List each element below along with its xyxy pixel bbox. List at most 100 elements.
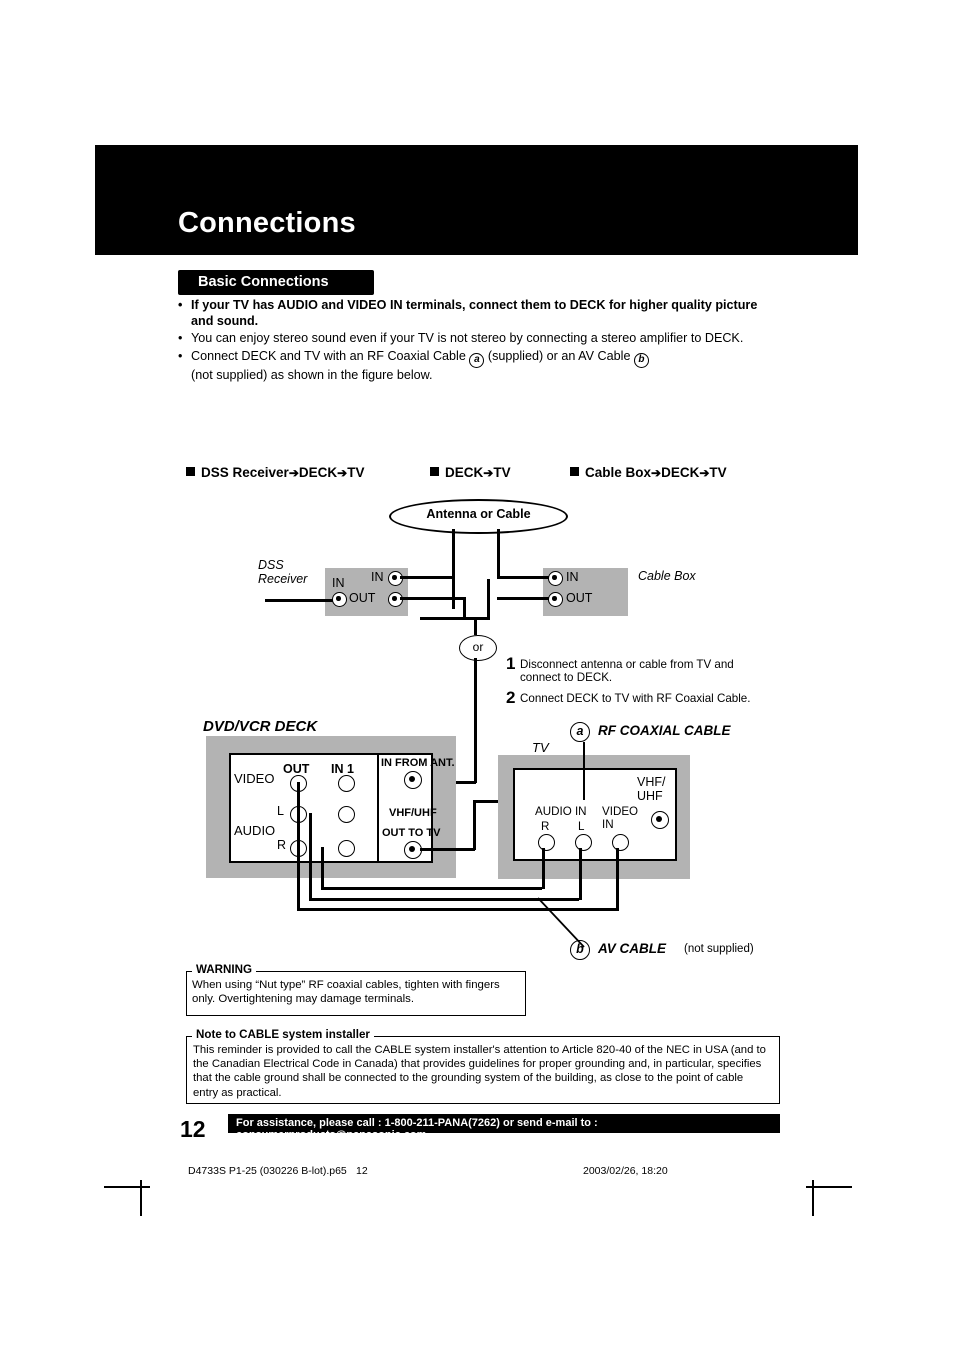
wire-av-r: [321, 847, 324, 889]
step-2-text: Connect DECK to TV with RF Coaxial Cable…: [520, 692, 751, 705]
arrow-icon: ➔: [651, 466, 662, 480]
tv-panel-border-right: [675, 768, 677, 861]
dss-in-label: IN: [371, 570, 384, 584]
deck-audio-r-in1-jack-icon: [338, 840, 355, 857]
deck-in-from-ant-label: IN FROM ANT.: [381, 757, 455, 769]
deck-in1-label: IN 1: [331, 762, 354, 776]
wire-antenna-to-cablebox: [497, 576, 549, 579]
dss-in-jack-icon: [388, 571, 403, 586]
dss-in-left-label: IN: [332, 576, 345, 590]
mark-b-badge: b: [633, 352, 649, 368]
diagram-header-end: TV: [709, 465, 727, 480]
av-cable-label: AV CABLE: [598, 941, 667, 956]
deck-l-label: L: [277, 804, 284, 818]
bullet-dot-icon: •: [178, 331, 183, 346]
section-label-text: Basic Connections: [198, 274, 329, 290]
wire-av-l-up: [579, 848, 582, 900]
wire-deck-bus: [420, 617, 490, 620]
antenna-or-cable-oval: Antenna or Cable: [389, 499, 568, 534]
dss-in-left-jack-icon: [332, 592, 347, 607]
diagram-header-deck: DECK➔TV: [430, 465, 511, 480]
diagram-header-cablebox: Cable Box➔DECK➔TV: [570, 465, 727, 480]
deck-panel-border-top: [229, 753, 432, 755]
crop-mark-icon: [806, 1186, 852, 1188]
wire-av-video: [297, 782, 300, 910]
step-2-number: 2: [506, 688, 516, 707]
bullet-dot-icon: •: [178, 298, 183, 312]
wire-dss-input: [265, 599, 333, 602]
section-label: Basic Connections: [178, 270, 374, 295]
list-item: • You can enjoy stereo sound even if your…: [178, 331, 778, 347]
wire-cablebox-out: [497, 597, 549, 600]
wire-deck-to-tv-rf-v: [473, 800, 476, 850]
warning-body: When using “Nut type” RF coaxial cables,…: [192, 979, 500, 1005]
callout-a-badge: a: [570, 722, 590, 742]
deck-audio-l-in1-jack-icon: [338, 806, 355, 823]
tv-panel-border-left: [513, 768, 515, 861]
bullet-list: • If your TV has AUDIO and VIDEO IN termi…: [178, 298, 778, 385]
deck-panel-divider: [377, 753, 379, 863]
bullet-dot-icon: •: [178, 348, 183, 363]
footer-filename: D4733S P1-25 (030226 B-lot).p65: [188, 1165, 347, 1177]
deck-vhf-uhf-label: VHF/UHF: [389, 807, 437, 819]
dss-receiver-label: DSS Receiver: [258, 558, 308, 586]
tv-video-in-jack-icon: [612, 834, 629, 851]
wire-antenna-right: [497, 529, 500, 579]
tv-panel-border-bottom: [513, 859, 676, 861]
assistance-text: For assistance, please call : 1-800-211-…: [236, 1117, 598, 1141]
page-title: Connections: [178, 207, 356, 239]
tv-vhf-uhf-label: VHF/UHF: [637, 775, 666, 803]
rf-coaxial-cable-label: RF COAXIAL CABLE: [598, 723, 731, 738]
cablebox-in-label: IN: [566, 570, 579, 584]
wire-deck-to-tv-rf-h: [420, 848, 475, 851]
or-oval: or: [459, 635, 497, 661]
diagram-header-mid: DECK: [661, 465, 700, 480]
diagram-header-mid: TV: [493, 465, 511, 480]
wire-dss-in-to-antenna: [400, 576, 454, 579]
antenna-or-cable-label: Antenna or Cable: [426, 507, 531, 521]
square-bullet-icon: [570, 467, 579, 476]
or-label: or: [472, 640, 484, 654]
wire-dss-out: [400, 597, 465, 600]
wire-av-r-up: [542, 848, 545, 889]
deck-r-label: R: [277, 838, 287, 852]
wire-av-r-bus: [321, 887, 542, 890]
tv-vhf-uhf-jack-icon: [651, 811, 669, 829]
cablebox-out-label: OUT: [566, 591, 593, 605]
bullet-text-part3: (not supplied) as shown in the figure be…: [191, 367, 433, 382]
warning-title: WARNING: [192, 963, 257, 976]
bullet-text-part2: (supplied) or an AV Cable: [487, 348, 631, 363]
callout-a-leader: [583, 742, 585, 800]
mark-a-badge: a: [469, 352, 485, 368]
arrow-icon: ➔: [288, 466, 299, 480]
tv-video-in-label: VIDEO IN: [602, 805, 639, 831]
deck-out-label: OUT: [283, 762, 310, 776]
deck-out-to-tv-label: OUT TO TV: [382, 827, 441, 839]
footer-page: 12: [356, 1165, 368, 1177]
tv-audio-r-label: R: [541, 820, 550, 833]
page-number: 12: [180, 1116, 206, 1142]
av-cable-note: (not supplied): [684, 943, 754, 955]
manual-page: Connections Basic Connections • If your T…: [0, 0, 954, 1351]
step-1-text: Disconnect antenna or cable from TV and …: [520, 658, 734, 685]
deck-video-label: VIDEO: [234, 771, 275, 786]
arrow-icon: ➔: [483, 466, 494, 480]
cablebox-in-jack-icon: [548, 571, 563, 586]
cablebox-out-jack-icon: [548, 592, 563, 607]
bullet-text: You can enjoy stereo sound even if your …: [191, 331, 744, 346]
deck-panel-border-left: [229, 753, 231, 863]
diagram-header-text: Cable Box: [585, 465, 652, 480]
wire-to-or: [474, 617, 477, 635]
assistance-bar: For assistance, please call : 1-800-211-…: [228, 1114, 780, 1141]
list-item: • Connect DECK and TV with an RF Coaxial …: [178, 349, 778, 384]
step-1-number: 1: [506, 654, 516, 673]
list-item: • If your TV has AUDIO and VIDEO IN termi…: [178, 298, 778, 329]
crop-mark-icon: [104, 1186, 150, 1188]
deck-ant-in-jack-icon: [404, 771, 422, 789]
arrow-icon: ➔: [699, 466, 710, 480]
arrow-icon: ➔: [337, 466, 348, 480]
wire-av-video-up: [616, 848, 619, 910]
tv-label: TV: [532, 740, 549, 755]
deck-audio-label: AUDIO: [234, 823, 276, 838]
footer-date: 2003/02/26, 18:20: [583, 1165, 668, 1177]
